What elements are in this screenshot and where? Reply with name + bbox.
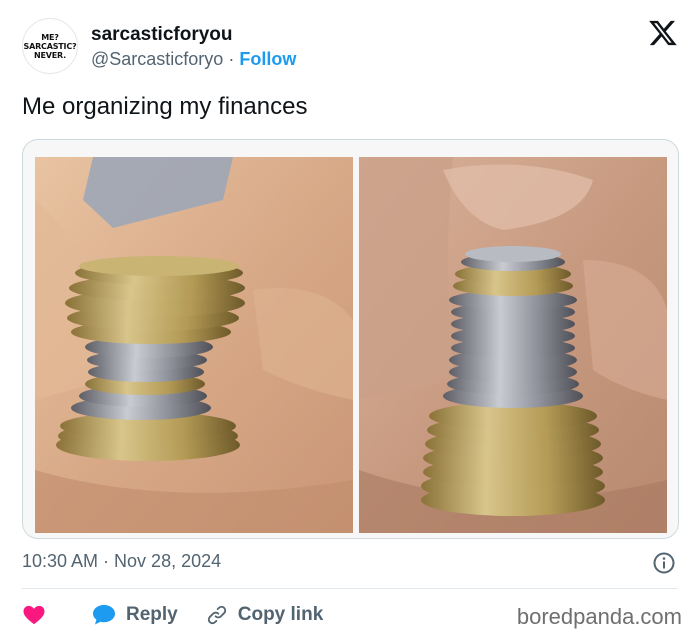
separator: · xyxy=(228,49,235,69)
copy-link-label: Copy link xyxy=(237,604,324,625)
avatar-line-1: ME? xyxy=(41,32,59,42)
heart-icon[interactable] xyxy=(22,603,46,627)
avatar-line-3: NEVER. xyxy=(34,50,66,60)
tweet-media[interactable] xyxy=(22,139,679,539)
tweet-text: Me organizing my finances xyxy=(22,93,308,120)
watermark: boredpanda.com xyxy=(516,604,682,629)
handle[interactable]: @Sarcasticforyo xyxy=(91,49,223,69)
x-logo-icon[interactable] xyxy=(648,18,678,48)
action-bar: Reply Copy link xyxy=(22,598,351,632)
display-name[interactable]: sarcasticforyou xyxy=(91,24,233,46)
avatar-line-2: SARCASTIC? xyxy=(23,41,77,51)
timestamp[interactable]: 10:30 AM · Nov 28, 2024 xyxy=(22,551,221,572)
reply-bubble-icon xyxy=(93,605,115,625)
info-icon[interactable] xyxy=(652,551,676,575)
reply-label: Reply xyxy=(126,604,178,625)
left-photo xyxy=(35,157,353,533)
link-icon xyxy=(207,605,226,625)
reply-button[interactable]: Reply xyxy=(92,604,178,626)
copy-link-button[interactable]: Copy link xyxy=(206,604,324,626)
divider xyxy=(22,588,678,589)
avatar[interactable]: ME? SARCASTIC? NEVER. xyxy=(22,18,78,74)
right-photo xyxy=(359,157,667,533)
follow-button[interactable]: Follow xyxy=(239,49,296,69)
handle-row: @Sarcasticforyo · Follow xyxy=(91,49,296,70)
